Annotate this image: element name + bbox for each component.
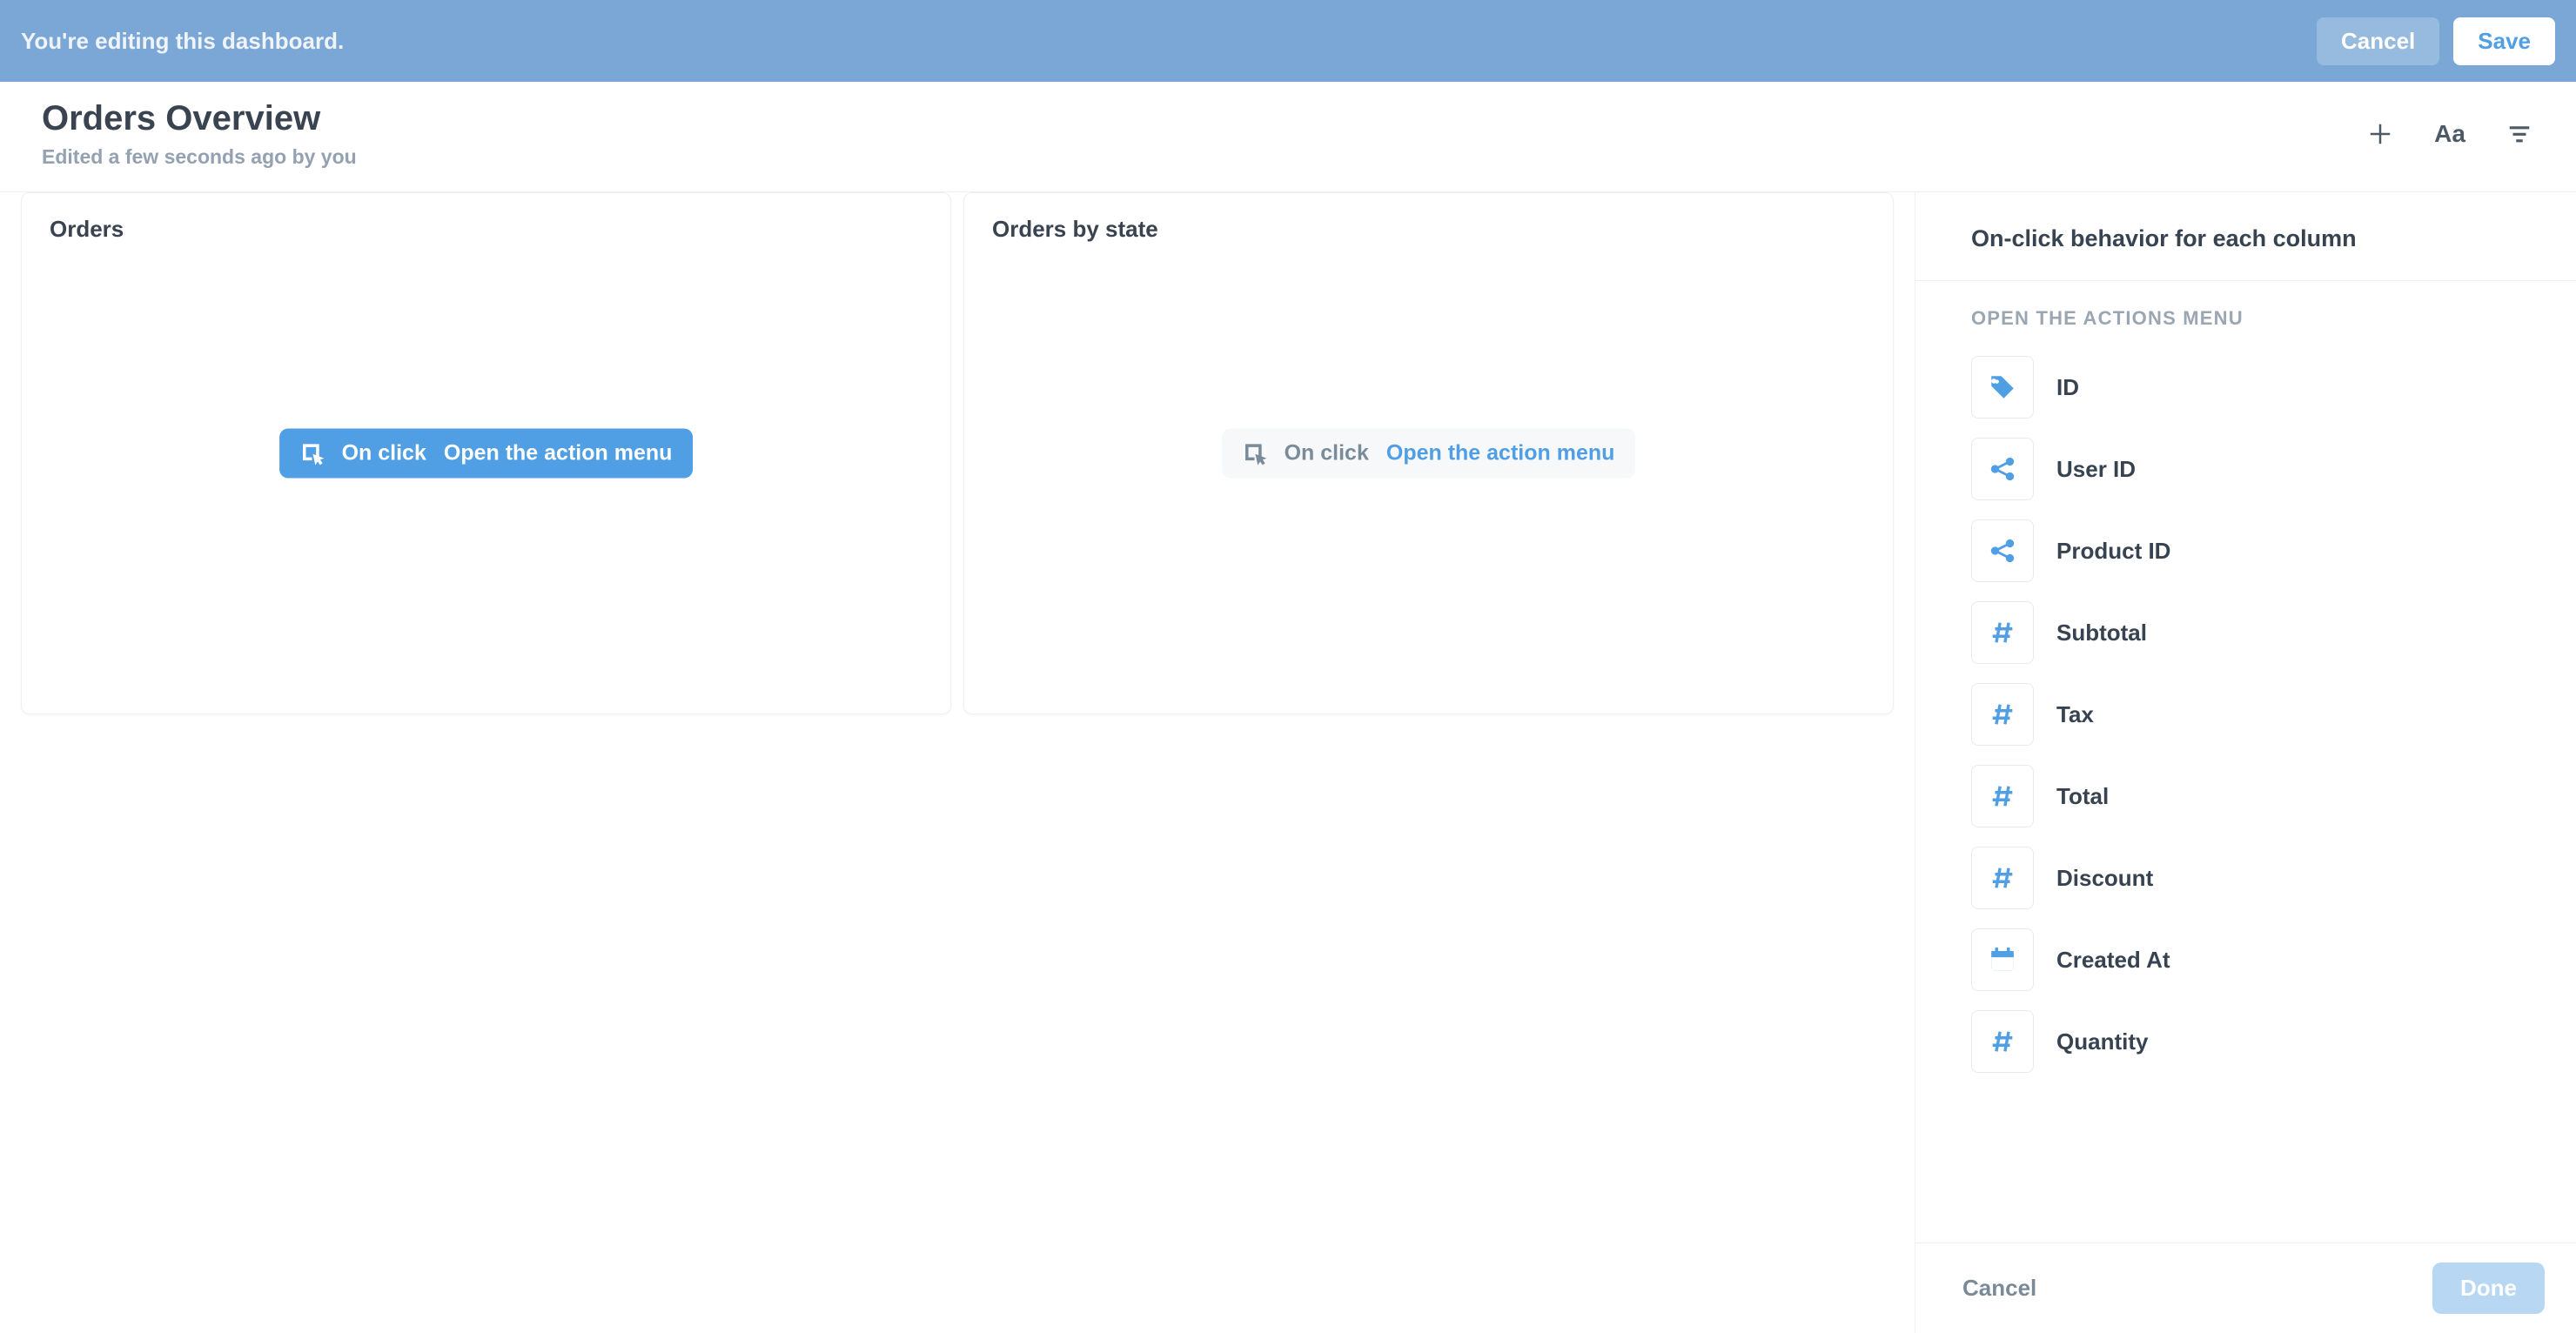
- click-icon: [1243, 441, 1267, 466]
- column-item[interactable]: Quantity: [1971, 1010, 2520, 1073]
- banner-cancel-button[interactable]: Cancel: [2317, 17, 2439, 65]
- column-label: Quantity: [2056, 1028, 2148, 1055]
- column-item[interactable]: Created At: [1971, 928, 2520, 991]
- banner-save-button[interactable]: Save: [2453, 17, 2555, 65]
- main-area: Orders On click Open the action menu Ord…: [0, 192, 2576, 1333]
- column-label: Created At: [2056, 947, 2170, 974]
- hash-icon: [1971, 601, 2034, 664]
- filter-icon[interactable]: [2505, 119, 2534, 149]
- column-label: ID: [2056, 374, 2079, 401]
- column-label: Tax: [2056, 701, 2094, 728]
- dashboard-card-orders[interactable]: Orders On click Open the action menu: [21, 192, 951, 714]
- column-item[interactable]: Discount: [1971, 847, 2520, 909]
- edit-banner: You're editing this dashboard. Cancel Sa…: [0, 0, 2576, 82]
- page-title: Orders Overview: [42, 99, 357, 138]
- panel-header: On-click behavior for each column: [1915, 192, 2576, 281]
- edit-banner-message: You're editing this dashboard.: [21, 28, 344, 55]
- dashboard-canvas: Orders On click Open the action menu Ord…: [0, 192, 1915, 1333]
- card-title: Orders: [50, 216, 922, 243]
- dashboard-header-toolbar: Aa: [2365, 119, 2534, 149]
- column-item[interactable]: ID: [1971, 356, 2520, 419]
- hash-icon: [1971, 765, 2034, 827]
- pill-prefix: On click: [342, 441, 426, 466]
- click-behavior-panel: On-click behavior for each column OPEN T…: [1915, 192, 2576, 1333]
- card-title: Orders by state: [992, 216, 1865, 243]
- pill-prefix: On click: [1285, 441, 1369, 466]
- cards-row: Orders On click Open the action menu Ord…: [21, 192, 1894, 714]
- pill-action: Open the action menu: [444, 441, 673, 466]
- dashboard-header: Orders Overview Edited a few seconds ago…: [0, 82, 2576, 192]
- hash-icon: [1971, 847, 2034, 909]
- column-item[interactable]: Tax: [1971, 683, 2520, 746]
- share-icon: [1971, 519, 2034, 582]
- tag-icon: [1971, 356, 2034, 419]
- column-label: Product ID: [2056, 538, 2170, 565]
- column-label: Discount: [2056, 865, 2153, 892]
- add-icon[interactable]: [2365, 119, 2395, 149]
- column-item[interactable]: Subtotal: [1971, 601, 2520, 664]
- edit-banner-actions: Cancel Save: [2317, 17, 2555, 65]
- hash-icon: [1971, 683, 2034, 746]
- dashboard-header-left: Orders Overview Edited a few seconds ago…: [42, 99, 357, 169]
- column-label: Subtotal: [2056, 620, 2147, 646]
- click-behavior-pill[interactable]: On click Open the action menu: [1222, 429, 1636, 479]
- column-item[interactable]: Total: [1971, 765, 2520, 827]
- share-icon: [1971, 438, 2034, 500]
- column-item[interactable]: Product ID: [1971, 519, 2520, 582]
- panel-section-label: OPEN THE ACTIONS MENU: [1971, 307, 2520, 330]
- pill-action: Open the action menu: [1386, 441, 1615, 466]
- click-icon: [300, 441, 325, 466]
- dashboard-card-orders-by-state[interactable]: Orders by state On click Open the action…: [963, 192, 1894, 714]
- hash-icon: [1971, 1010, 2034, 1073]
- text-icon[interactable]: Aa: [2435, 119, 2465, 149]
- columns-list: ID User ID Product ID Subtotal Tax Total Disco…: [1971, 356, 2520, 1073]
- panel-body: OPEN THE ACTIONS MENU ID User ID Product I…: [1915, 281, 2576, 1243]
- panel-title: On-click behavior for each column: [1971, 225, 2520, 252]
- panel-done-button[interactable]: Done: [2432, 1263, 2545, 1314]
- panel-footer: Cancel Done: [1915, 1243, 2576, 1333]
- panel-cancel-button[interactable]: Cancel: [1947, 1266, 2052, 1310]
- page-subtitle: Edited a few seconds ago by you: [42, 145, 357, 169]
- calendar-icon: [1971, 928, 2034, 991]
- click-behavior-pill[interactable]: On click Open the action menu: [279, 429, 694, 479]
- column-label: User ID: [2056, 456, 2136, 483]
- column-label: Total: [2056, 783, 2109, 810]
- column-item[interactable]: User ID: [1971, 438, 2520, 500]
